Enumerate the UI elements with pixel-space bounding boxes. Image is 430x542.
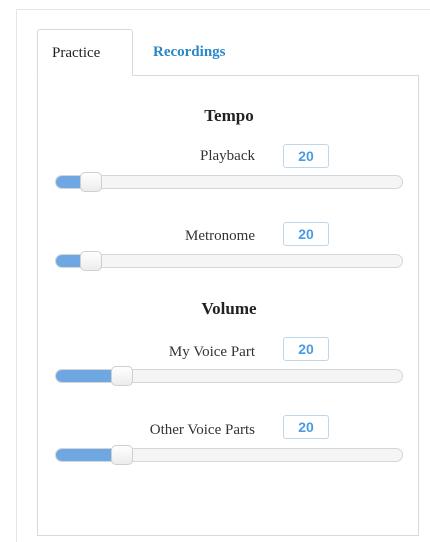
my-voice-part-value[interactable]: 20 <box>283 337 329 361</box>
playback-value[interactable]: 20 <box>283 144 329 168</box>
playback-slider-thumb[interactable] <box>79 172 102 192</box>
volume-heading: Volume <box>201 299 257 318</box>
other-voice-parts-slider-thumb[interactable] <box>110 445 133 465</box>
my-voice-part-slider-thumb[interactable] <box>110 366 133 386</box>
metronome-value[interactable]: 20 <box>283 222 329 246</box>
metronome-label: Metronome <box>185 228 255 244</box>
my-voice-part-slider[interactable] <box>55 366 403 386</box>
tempo-heading: Tempo <box>204 106 254 125</box>
metronome-slider[interactable] <box>55 251 403 271</box>
playback-label: Playback <box>200 148 255 164</box>
other-voice-parts-label: Other Voice Parts <box>149 422 255 438</box>
metronome-slider-thumb[interactable] <box>79 251 102 271</box>
my-voice-part-label: My Voice Part <box>168 344 255 360</box>
playback-slider[interactable] <box>55 172 403 192</box>
practice-panel: Tempo Playback 20 Metronome 20 Volume My… <box>37 75 419 536</box>
tab-recordings[interactable]: Recordings <box>139 29 240 76</box>
other-voice-parts-value[interactable]: 20 <box>283 415 329 439</box>
other-voice-parts-slider[interactable] <box>55 445 403 465</box>
tab-practice[interactable]: Practice <box>37 29 133 76</box>
